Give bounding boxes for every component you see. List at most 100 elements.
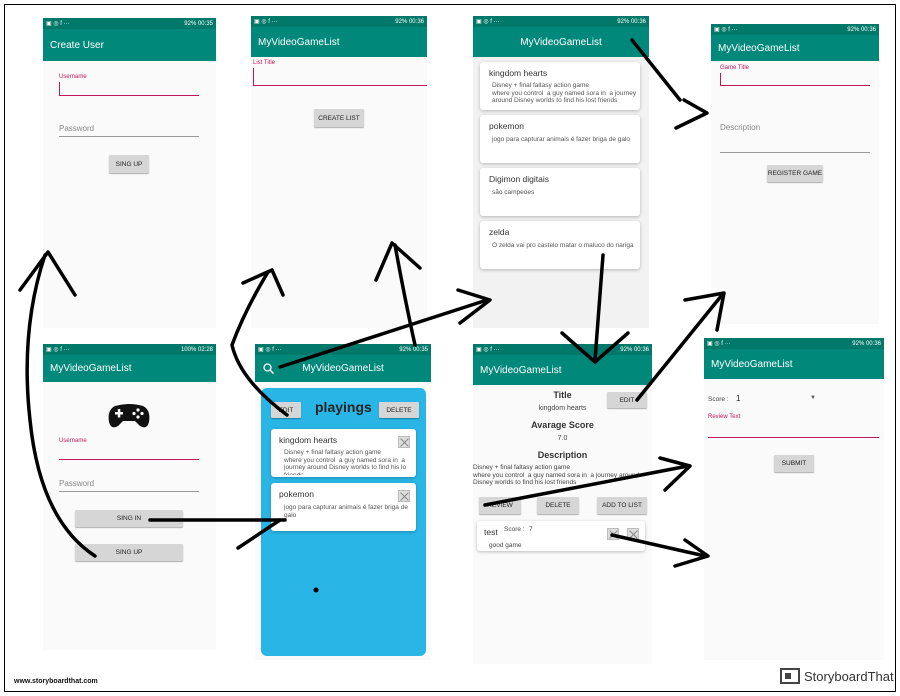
review-text-label: Review Text	[708, 414, 741, 420]
page-title: MyVideoGameList	[711, 358, 793, 370]
password-field[interactable]: Password	[59, 124, 199, 137]
edit-review-icon[interactable]	[607, 528, 619, 540]
game-title: pokemon	[489, 121, 524, 131]
username-field[interactable]	[59, 446, 199, 460]
status-icons: ▣ ◎ f ···	[714, 27, 738, 33]
page-title: Create User	[50, 39, 104, 51]
list-name: playings	[315, 399, 372, 415]
app-bar: MyVideoGameList	[251, 27, 427, 57]
game-card[interactable]: zelda O zelda vai pro castelo matar o ma…	[480, 221, 640, 269]
app-bar: Create User	[43, 29, 216, 61]
score-value: 7.0	[557, 435, 568, 442]
game-desc: O zelda vai pro castelo matar o maluco d…	[492, 242, 634, 249]
review-card: test Score : 7 good game	[477, 521, 645, 551]
review-score-label: Score :	[504, 526, 525, 533]
status-bar: ▣ ◎ f ··· 92% 00:36	[711, 24, 879, 35]
game-title: kingdom hearts	[489, 68, 548, 78]
status-bar: ▣ ◎ f ··· 100% 02:28	[43, 344, 216, 355]
status-time: 92% 00:36	[620, 346, 649, 353]
description-field[interactable]: Description	[720, 123, 870, 153]
storyboard-logo-icon	[780, 668, 800, 684]
review-form-screen: ▣ ◎ f ··· 92% 00:36 MyVideoGameList Score…	[704, 338, 884, 660]
description-heading: Description	[537, 450, 588, 460]
footer-brand: StoryboardThat	[780, 668, 894, 684]
signup-button[interactable]: SING UP	[75, 544, 183, 561]
register-game-screen: ▣ ◎ f ··· 92% 00:36 MyVideoGameList Game …	[711, 24, 879, 324]
search-icon[interactable]	[263, 363, 274, 374]
register-game-button[interactable]: REGISTER GAME	[767, 165, 823, 182]
review-text-field[interactable]	[708, 422, 879, 438]
app-bar: MyVideoGameList	[473, 27, 649, 57]
list-title-label: List Title	[253, 60, 276, 66]
app-bar: MyVideoGameList	[704, 349, 884, 379]
status-icons: ▣ ◎ f ···	[707, 341, 731, 347]
remove-icon[interactable]	[398, 436, 410, 448]
score-heading: Avarage Score	[531, 420, 594, 430]
game-title-label: Game Title	[720, 65, 750, 71]
list-panel: EDIT playings DELETE kingdom hearts Disn…	[261, 388, 426, 656]
game-desc: são campeoes	[492, 189, 535, 196]
delete-game-button[interactable]: DELETE	[537, 497, 579, 514]
score-select-value: 1	[736, 394, 741, 403]
list-title-field[interactable]	[253, 68, 427, 86]
game-title: kingdom hearts	[279, 435, 338, 445]
signin-button[interactable]: SING IN	[75, 510, 183, 527]
review-button[interactable]: REVIEW	[479, 497, 521, 514]
page-title: MyVideoGameList	[520, 36, 602, 48]
page-title: MyVideoGameList	[718, 42, 800, 54]
game-title: Digimon digitais	[489, 174, 549, 184]
delete-review-icon[interactable]	[627, 528, 639, 540]
status-icons: ▣ ◎ f ···	[254, 19, 278, 25]
edit-game-button[interactable]: EDIT	[607, 392, 647, 408]
game-desc: jogo para capturar animais é fazer briga…	[284, 504, 408, 519]
gamepad-icon	[108, 404, 150, 428]
status-icons: ▣ ◎ f ···	[46, 347, 70, 353]
create-user-screen: ▣ ◎ f ··· 92% 00:35 Create User Username …	[43, 18, 216, 328]
status-bar: ▣ ◎ f ··· 92% 00:36	[704, 338, 884, 349]
review-score: 7	[529, 526, 533, 533]
game-card[interactable]: Digimon digitais são campeoes	[480, 168, 640, 216]
add-to-list-button[interactable]: ADD TO LIST	[597, 497, 647, 514]
status-time: 92% 00:35	[184, 20, 213, 27]
status-bar: ▣ ◎ f ··· 92% 00:35	[255, 344, 431, 355]
game-desc: Disney + final faltasy action game where…	[492, 82, 637, 104]
app-bar: MyVideoGameList	[473, 355, 652, 385]
description-value: Disney + final faltasy action game where…	[473, 464, 640, 486]
status-time: 92% 00:36	[617, 18, 646, 25]
status-bar: ▣ ◎ f ··· 92% 00:35	[43, 18, 216, 29]
list-item-card[interactable]: pokemon jogo para capturar animais é faz…	[271, 483, 416, 531]
username-field[interactable]	[59, 82, 199, 96]
status-icons: ▣ ◎ f ···	[476, 347, 500, 353]
status-icons: ▣ ◎ f ···	[258, 347, 282, 353]
app-bar: MyVideoGameList	[711, 35, 879, 61]
page-title: MyVideoGameList	[480, 364, 562, 376]
game-title: pokemon	[279, 489, 314, 499]
score-select[interactable]: 1 ▼	[736, 394, 816, 405]
status-icons: ▣ ◎ f ···	[476, 19, 500, 25]
status-time: 100% 02:28	[180, 346, 213, 353]
create-list-screen: ▣ ◎ f ··· 92% 00:36 MyVideoGameList List …	[251, 16, 427, 328]
game-title: zelda	[489, 227, 510, 237]
password-field[interactable]: Password	[59, 479, 199, 492]
game-desc: Disney + final faltasy action game where…	[284, 449, 407, 475]
delete-list-button[interactable]: DELETE	[379, 402, 419, 418]
list-view-screen: ▣ ◎ f ··· 92% 00:35 MyVideoGameList EDIT …	[255, 344, 431, 660]
page-title: MyVideoGameList	[302, 363, 384, 374]
game-title-field[interactable]	[720, 73, 870, 86]
edit-list-button[interactable]: EDIT	[271, 402, 301, 418]
game-card[interactable]: pokemon jogo para capturar animais é faz…	[480, 115, 640, 163]
status-time: 92% 00:35	[399, 346, 428, 353]
remove-icon[interactable]	[398, 490, 410, 502]
game-detail-screen: ▣ ◎ f ··· 92% 00:36 MyVideoGameList Title…	[473, 344, 652, 664]
status-bar: ▣ ◎ f ··· 92% 00:36	[473, 344, 652, 355]
app-bar: MyVideoGameList	[255, 355, 431, 382]
create-list-button[interactable]: CREATE LIST	[314, 109, 364, 127]
footer-url[interactable]: www.storyboardthat.com	[14, 678, 98, 685]
game-card[interactable]: kingdom hearts Disney + final faltasy ac…	[480, 62, 640, 110]
footer-brand-text: StoryboardThat	[804, 668, 894, 684]
page-title: MyVideoGameList	[258, 36, 340, 48]
signup-button[interactable]: SING UP	[109, 155, 149, 173]
list-item-card[interactable]: kingdom hearts Disney + final faltasy ac…	[271, 429, 416, 477]
login-screen: ▣ ◎ f ··· 100% 02:28 MyVideoGameList User…	[43, 344, 216, 650]
submit-button[interactable]: SUBMIT	[774, 455, 814, 472]
